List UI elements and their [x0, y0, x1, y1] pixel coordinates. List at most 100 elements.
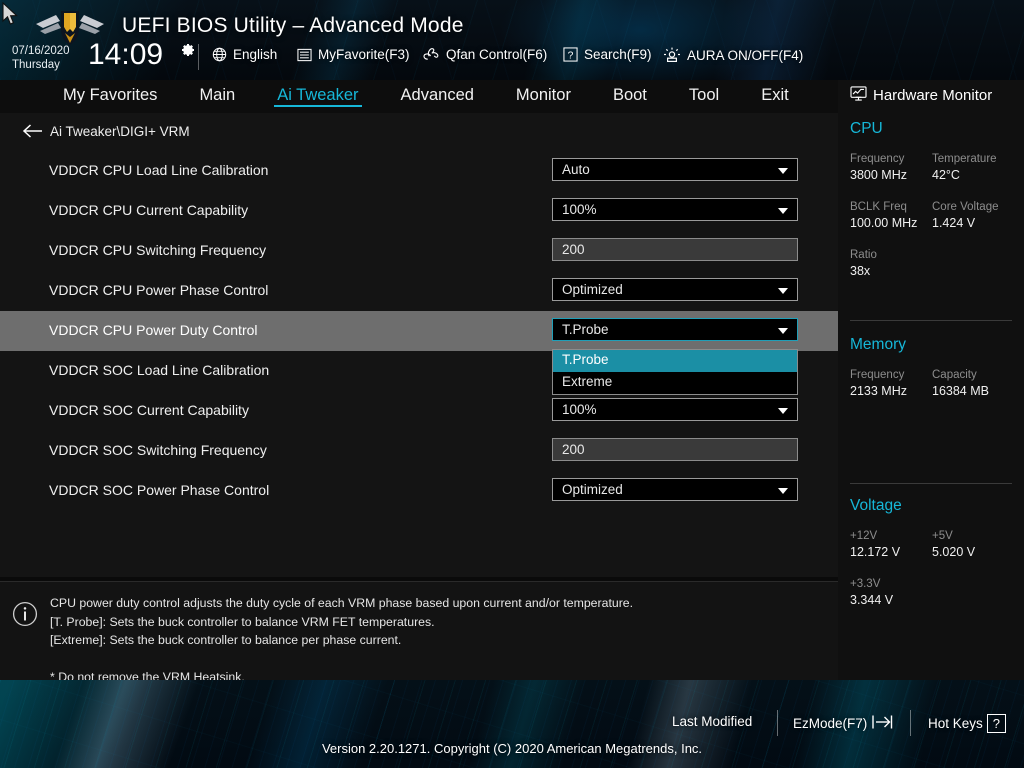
chevron-down-icon	[778, 488, 788, 494]
header-item-language[interactable]: English	[212, 47, 277, 62]
hw-section-memory: Memory Frequency 2133 MHz Capacity 16384…	[850, 336, 1014, 415]
setting-label: VDDCR SOC Current Capability	[49, 402, 249, 418]
mouse-cursor-icon	[2, 1, 20, 33]
hw-value: 2133 MHz	[850, 384, 907, 398]
tab-boot[interactable]: Boot	[592, 80, 668, 109]
hw-entry: Ratio 38x	[850, 247, 1014, 280]
monitor-icon	[850, 86, 867, 105]
header-item-label: English	[233, 47, 278, 62]
header-item-qfan-control[interactable]: Qfan Control(F6)	[423, 47, 547, 62]
setting-label: VDDCR CPU Switching Frequency	[49, 242, 267, 258]
hardware-monitor-label: Hardware Monitor	[873, 87, 993, 104]
tab-monitor[interactable]: Monitor	[495, 80, 592, 109]
table-row[interactable]: VDDCR SOC Current Capability 100%	[0, 391, 838, 431]
setting-label: VDDCR CPU Current Capability	[49, 202, 249, 218]
setting-combo-power-phase-cpu[interactable]: Optimized	[552, 278, 798, 301]
hw-key: +12V	[850, 530, 878, 542]
date-display: 07/16/2020 Thursday	[12, 44, 70, 72]
setting-input-switching-freq-soc[interactable]: 200	[552, 438, 798, 461]
hw-entry: Core Voltage 1.424 V	[932, 199, 1014, 232]
last-modified-label: Last Modified	[672, 714, 753, 729]
table-row-selected[interactable]: VDDCR CPU Power Duty Control T.Probe	[0, 311, 838, 351]
table-row[interactable]: VDDCR CPU Current Capability 100%	[0, 191, 838, 231]
setting-label: VDDCR CPU Power Phase Control	[49, 282, 269, 298]
hw-value: 16384 MB	[932, 384, 989, 398]
tab-advanced[interactable]: Advanced	[380, 80, 495, 109]
header-item-search[interactable]: ? Search(F9)	[563, 47, 652, 62]
table-row[interactable]: VDDCR SOC Switching Frequency 200	[0, 431, 838, 471]
date-value: 07/16/2020	[12, 45, 70, 57]
setting-input-switching-freq-cpu[interactable]: 200	[552, 238, 798, 261]
table-row[interactable]: VDDCR CPU Load Line Calibration Auto	[0, 151, 838, 191]
hotkeys-button[interactable]: Hot Keys ?	[928, 714, 1007, 733]
breadcrumb-path: Ai Tweaker\DIGI+ VRM	[50, 124, 190, 139]
tab-my-favorites[interactable]: My Favorites	[42, 80, 178, 109]
tab-main[interactable]: Main	[178, 80, 256, 109]
info-icon	[12, 601, 38, 632]
hw-entry: Frequency 2133 MHz	[850, 367, 932, 400]
weekday-value: Thursday	[12, 59, 60, 71]
hw-entry: Temperature 42°C	[932, 151, 1014, 184]
table-row[interactable]: VDDCR SOC Power Phase Control Optimized	[0, 471, 838, 511]
setting-combo-current-capability-soc[interactable]: 100%	[552, 398, 798, 421]
table-row[interactable]: VDDCR CPU Power Phase Control Optimized	[0, 271, 838, 311]
hw-value: 3800 MHz	[850, 168, 907, 182]
hw-value: 100.00 MHz	[850, 216, 918, 230]
header-item-aura[interactable]: AURA ON/OFF(F4)	[663, 47, 803, 63]
header-item-myfavorite[interactable]: MyFavorite(F3)	[297, 47, 410, 62]
chevron-down-icon	[778, 208, 788, 214]
chevron-down-icon	[778, 328, 788, 334]
nav-tabs: My Favorites Main Ai Tweaker Advanced Mo…	[42, 80, 810, 109]
hw-section-title: Memory	[850, 336, 906, 353]
hw-section-voltage: Voltage +12V 12.172 V +5V 5.020 V +3.3V …	[850, 497, 1014, 624]
hw-entry: BCLK Freq 100.00 MHz	[850, 199, 932, 232]
breadcrumb: Ai Tweaker\DIGI+ VRM	[0, 113, 838, 151]
hw-value: 38x	[850, 264, 871, 278]
exit-arrow-icon	[871, 714, 893, 733]
help-panel: CPU power duty control adjusts the duty …	[0, 581, 838, 684]
setting-value: 100%	[562, 402, 597, 417]
setting-combo-llc-cpu[interactable]: Auto	[552, 158, 798, 181]
tab-tool[interactable]: Tool	[668, 80, 740, 109]
setting-label: VDDCR SOC Power Phase Control	[49, 482, 270, 498]
footer-divider-1	[777, 710, 778, 736]
header-divider-1	[198, 44, 199, 70]
setting-value: 200	[562, 242, 585, 257]
setting-label: VDDCR CPU Load Line Calibration	[49, 162, 269, 178]
aura-light-icon	[663, 47, 681, 63]
hw-key: BCLK Freq	[850, 201, 907, 213]
tab-exit[interactable]: Exit	[740, 80, 810, 109]
dropdown-power-duty-options[interactable]: T.Probe Extreme	[552, 349, 798, 395]
dropdown-option-tprobe[interactable]: T.Probe	[553, 350, 797, 372]
header-item-label: Search(F9)	[584, 47, 652, 62]
setting-value: 200	[562, 442, 585, 457]
hw-entry: +12V 12.172 V	[850, 528, 932, 561]
question-box-icon: ?	[563, 47, 578, 62]
list-icon	[297, 48, 312, 62]
hotkeys-label: Hot Keys	[928, 716, 983, 731]
setting-combo-current-capability-cpu[interactable]: 100%	[552, 198, 798, 221]
header-bar: UEFI BIOS Utility – Advanced Mode 07/16/…	[0, 0, 1024, 80]
hw-key: Core Voltage	[932, 201, 999, 213]
hw-key: Frequency	[850, 153, 905, 165]
hw-section-title: CPU	[850, 120, 883, 137]
table-row[interactable]: VDDCR CPU Switching Frequency 200	[0, 231, 838, 271]
version-text: Version 2.20.1271. Copyright (C) 2020 Am…	[321, 741, 703, 756]
header-item-label: MyFavorite(F3)	[318, 47, 410, 62]
back-arrow-icon[interactable]	[22, 122, 44, 142]
setting-value: Auto	[562, 162, 590, 177]
svg-text:?: ?	[568, 50, 574, 61]
dropdown-option-extreme[interactable]: Extreme	[553, 372, 797, 394]
setting-combo-power-phase-soc[interactable]: Optimized	[552, 478, 798, 501]
hw-entry: Capacity 16384 MB	[932, 367, 1014, 400]
tab-ai-tweaker[interactable]: Ai Tweaker	[256, 80, 379, 109]
setting-combo-power-duty-cpu[interactable]: T.Probe	[552, 318, 798, 341]
help-description: CPU power duty control adjusts the duty …	[50, 596, 634, 684]
gear-icon[interactable]	[180, 42, 196, 63]
ezmode-button[interactable]: EzMode(F7)	[793, 714, 893, 733]
hw-key: Frequency	[850, 369, 905, 381]
hw-value: 5.020 V	[932, 545, 976, 559]
fan-icon	[423, 47, 440, 62]
hw-key: Capacity	[932, 369, 977, 381]
last-modified-button[interactable]: Last Modified	[672, 714, 752, 729]
